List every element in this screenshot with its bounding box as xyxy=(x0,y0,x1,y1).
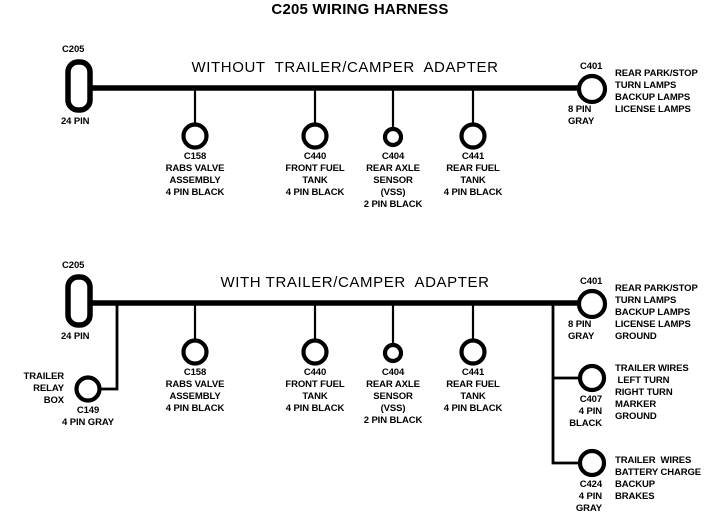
connector-desc-c441-top-1: REAR FUEL xyxy=(446,163,500,174)
circuit-c424-3: BACKUP xyxy=(615,479,656,490)
connector-label-c441-top: C441 xyxy=(461,151,485,162)
connector-desc-c404-top-3: (VSS) xyxy=(380,187,406,198)
section-title-with-adapter: WITH TRAILER/CAMPER ADAPTER xyxy=(220,274,490,291)
connector-pins-c401-top: 8 PIN xyxy=(568,104,592,115)
circuit-c401-top-4: LICENSE LAMPS xyxy=(615,104,691,115)
connector-desc-c441-bottom-2: TANK xyxy=(460,391,486,402)
connector-color-c401-top: GRAY xyxy=(568,116,595,127)
circuit-c401-bottom-3: BACKUP LAMPS xyxy=(615,307,691,318)
wiring-diagram-canvas: C205 WIRING HARNESS WITHOUT TRAILER/CAMP… xyxy=(0,0,720,517)
connector-c401-bottom xyxy=(576,288,608,320)
connector-pins-c205-bottom: 24 PIN xyxy=(61,331,90,342)
connector-desc-c440-top-3: 4 PIN BLACK xyxy=(285,187,345,198)
connector-c440-bottom xyxy=(301,338,329,366)
connector-label-c205-bottom: C205 xyxy=(62,260,85,271)
connector-c158-top xyxy=(181,122,209,150)
connector-label-c401-top: C401 xyxy=(580,61,603,72)
page-title: C205 WIRING HARNESS xyxy=(271,1,449,18)
connector-color-c407: BLACK xyxy=(569,418,602,429)
circuit-c424-1: TRAILER WIRES xyxy=(615,455,692,466)
connector-label-c441-bottom: C441 xyxy=(461,367,485,378)
connector-c149 xyxy=(74,375,102,403)
connector-desc-c149-3: BOX xyxy=(43,395,64,406)
connector-label-c158-bottom: C158 xyxy=(183,367,207,378)
connector-c407 xyxy=(577,363,607,393)
connector-desc-c149-2: RELAY xyxy=(33,383,64,394)
connector-desc-c441-bottom-1: REAR FUEL xyxy=(446,379,500,390)
connector-desc-c158-bottom-2: ASSEMBLY xyxy=(169,391,221,402)
connector-desc-c158-top-2: ASSEMBLY xyxy=(169,175,221,186)
connector-desc-c404-bottom-4: 2 PIN BLACK xyxy=(363,415,423,426)
circuit-c424-4: BRAKES xyxy=(615,491,655,502)
connector-label-c404-top: C404 xyxy=(381,151,405,162)
connector-c424 xyxy=(577,448,607,478)
connector-label-c401-bottom: C401 xyxy=(580,276,603,287)
circuit-c401-top-2: TURN LAMPS xyxy=(615,80,677,91)
connector-label-c440-bottom: C440 xyxy=(303,367,327,378)
connector-label-c407: C407 xyxy=(579,394,602,405)
connector-desc-c440-top-1: FRONT FUEL xyxy=(285,163,345,174)
circuit-c401-bottom-5: GROUND xyxy=(615,331,657,342)
circuit-c401-bottom-2: TURN LAMPS xyxy=(615,295,677,306)
connector-pins-c149: 4 PIN GRAY xyxy=(62,417,114,428)
connector-label-c440-top: C440 xyxy=(303,151,327,162)
circuit-c407-1: TRAILER WIRES xyxy=(615,363,689,374)
circuit-c401-top-3: BACKUP LAMPS xyxy=(615,92,691,103)
connector-desc-c404-bottom-3: (VSS) xyxy=(380,403,406,414)
connector-c404-bottom xyxy=(382,342,404,364)
connector-desc-c404-top-2: SENSOR xyxy=(373,175,413,186)
circuit-c407-2: LEFT TURN xyxy=(615,375,670,386)
connector-desc-c441-top-3: 4 PIN BLACK xyxy=(443,187,503,198)
connector-desc-c404-bottom-1: REAR AXLE xyxy=(366,379,420,390)
section-title-without-adapter: WITHOUT TRAILER/CAMPER ADAPTER xyxy=(191,59,499,76)
connector-label-c424: C424 xyxy=(579,479,602,490)
connector-desc-c441-top-2: TANK xyxy=(460,175,486,186)
branch-path-c149 xyxy=(101,303,119,391)
circuit-c407-5: GROUND xyxy=(615,411,657,422)
connector-desc-c441-bottom-3: 4 PIN BLACK xyxy=(443,403,503,414)
connector-c205-bottom-body xyxy=(65,274,93,328)
connector-desc-c158-bottom-3: 4 PIN BLACK xyxy=(165,403,225,414)
connector-c205-top-body xyxy=(65,59,93,113)
connector-label-c149: C149 xyxy=(76,405,100,416)
connector-label-c404-bottom: C404 xyxy=(381,367,405,378)
harness-line-art xyxy=(65,59,608,478)
connector-c401-top xyxy=(576,73,608,105)
circuit-c401-bottom-1: REAR PARK/STOP xyxy=(615,283,698,294)
circuit-c407-3: RIGHT TURN xyxy=(615,387,673,398)
connector-desc-c149-1: TRAILER xyxy=(23,371,65,382)
connector-pins-c424: 4 PIN xyxy=(578,491,602,502)
connector-desc-c158-top-3: 4 PIN BLACK xyxy=(165,187,225,198)
connector-desc-c404-top-1: REAR AXLE xyxy=(366,163,420,174)
connector-desc-c440-bottom-2: TANK xyxy=(302,391,328,402)
connector-pins-c205-top: 24 PIN xyxy=(61,116,90,127)
connector-label-c205-top: C205 xyxy=(62,44,85,55)
connector-pins-c407: 4 PIN xyxy=(578,406,602,417)
circuit-c407-4: MARKER xyxy=(615,399,657,410)
circuit-c424-2: BATTERY CHARGE xyxy=(615,467,702,478)
connector-label-c158-top: C158 xyxy=(183,151,207,162)
connector-desc-c404-top-4: 2 PIN BLACK xyxy=(363,199,423,210)
connector-c441-bottom xyxy=(459,338,487,366)
connector-desc-c404-bottom-2: SENSOR xyxy=(373,391,413,402)
connector-desc-c440-bottom-1: FRONT FUEL xyxy=(285,379,345,390)
connector-c440-top xyxy=(301,122,329,150)
circuit-c401-top-1: REAR PARK/STOP xyxy=(615,68,698,79)
connector-color-c401-bottom: GRAY xyxy=(568,331,595,342)
connector-color-c424: GRAY xyxy=(575,503,602,514)
connector-c158-bottom xyxy=(181,338,209,366)
connector-desc-c440-bottom-3: 4 PIN BLACK xyxy=(285,403,345,414)
connector-c404-top xyxy=(382,126,404,148)
connector-desc-c158-top-1: RABS VALVE xyxy=(165,163,225,174)
connector-desc-c158-bottom-1: RABS VALVE xyxy=(165,379,225,390)
connector-pins-c401-bottom: 8 PIN xyxy=(568,319,592,330)
connector-desc-c440-top-2: TANK xyxy=(302,175,328,186)
connector-c441-top xyxy=(459,122,487,150)
circuit-c401-bottom-4: LICENSE LAMPS xyxy=(615,319,691,330)
